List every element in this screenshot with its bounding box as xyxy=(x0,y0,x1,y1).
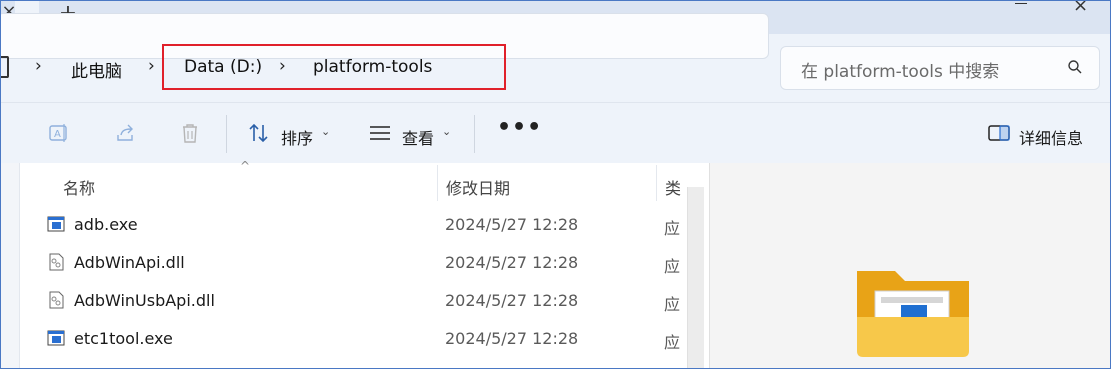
sort-icon[interactable] xyxy=(247,121,271,145)
search-placeholder: 在 platform-tools 中搜索 xyxy=(801,62,1000,82)
navigation-pane-edge xyxy=(1,163,20,368)
file-explorer-window: × + × › 此电脑 › Data (D:) › platform-tools… xyxy=(0,0,1111,369)
exe-icon xyxy=(47,330,65,346)
file-type: 应 xyxy=(664,333,681,352)
command-bar xyxy=(1,102,1110,163)
table-row[interactable]: adb.exe 2024/5/27 12:28 应 xyxy=(20,206,687,244)
dll-icon xyxy=(49,253,64,271)
sort-button[interactable]: 排序 xyxy=(281,125,313,149)
delete-icon[interactable] xyxy=(178,121,202,145)
more-options-button[interactable]: ••• xyxy=(497,115,542,140)
chevron-down-icon: ⌄ xyxy=(442,125,452,138)
breadcrumb-item-this-pc[interactable]: 此电脑 xyxy=(71,57,122,82)
file-name: etc1tool.exe xyxy=(74,329,173,348)
chevron-down-icon: ⌄ xyxy=(321,125,331,138)
column-header-date[interactable]: 修改日期 xyxy=(446,175,510,199)
vertical-scrollbar[interactable] xyxy=(687,187,704,368)
view-button[interactable]: 查看 xyxy=(402,125,434,149)
dll-icon xyxy=(49,291,64,309)
minimize-button[interactable] xyxy=(1011,1,1031,11)
file-date: 2024/5/27 12:28 xyxy=(445,329,579,348)
highlight-annotation-box xyxy=(162,44,506,90)
file-type: 应 xyxy=(664,219,681,238)
exe-icon xyxy=(47,216,65,232)
file-date: 2024/5/27 12:28 xyxy=(445,253,579,272)
file-date: 2024/5/27 12:28 xyxy=(445,291,579,310)
view-icon[interactable] xyxy=(368,121,392,145)
file-name: AdbWinUsbApi.dll xyxy=(74,291,215,310)
breadcrumb-separator[interactable]: › xyxy=(35,56,42,76)
rename-icon[interactable]: A xyxy=(47,121,71,145)
share-icon[interactable] xyxy=(114,121,138,145)
breadcrumb-separator[interactable]: › xyxy=(148,56,155,76)
toolbar-divider xyxy=(226,115,227,153)
window-close-button[interactable]: × xyxy=(1073,1,1088,16)
file-date: 2024/5/27 12:28 xyxy=(445,215,579,234)
file-name: AdbWinApi.dll xyxy=(74,253,185,272)
folder-icon xyxy=(857,271,969,357)
column-header-name[interactable]: 名称 xyxy=(63,175,95,199)
column-header-type[interactable]: 类 xyxy=(665,175,681,199)
column-divider[interactable] xyxy=(656,165,657,201)
svg-text:A: A xyxy=(54,129,61,140)
sort-ascending-icon: ^ xyxy=(240,159,251,173)
table-row[interactable]: AdbWinApi.dll 2024/5/27 12:28 应 xyxy=(20,244,687,282)
file-type: 应 xyxy=(664,257,681,276)
table-row[interactable]: etc1tool.exe 2024/5/27 12:28 应 xyxy=(20,320,687,358)
file-name: adb.exe xyxy=(74,215,138,234)
table-row[interactable]: AdbWinUsbApi.dll 2024/5/27 12:28 应 xyxy=(20,282,687,320)
details-pane-icon[interactable] xyxy=(987,121,1011,145)
column-divider[interactable] xyxy=(437,165,438,201)
toolbar-divider xyxy=(474,115,475,153)
minimize-icon xyxy=(1015,3,1027,4)
search-icon[interactable] xyxy=(1067,59,1083,75)
file-type: 应 xyxy=(664,295,681,314)
this-pc-icon xyxy=(1,56,9,78)
details-button[interactable]: 详细信息 xyxy=(1019,125,1083,149)
